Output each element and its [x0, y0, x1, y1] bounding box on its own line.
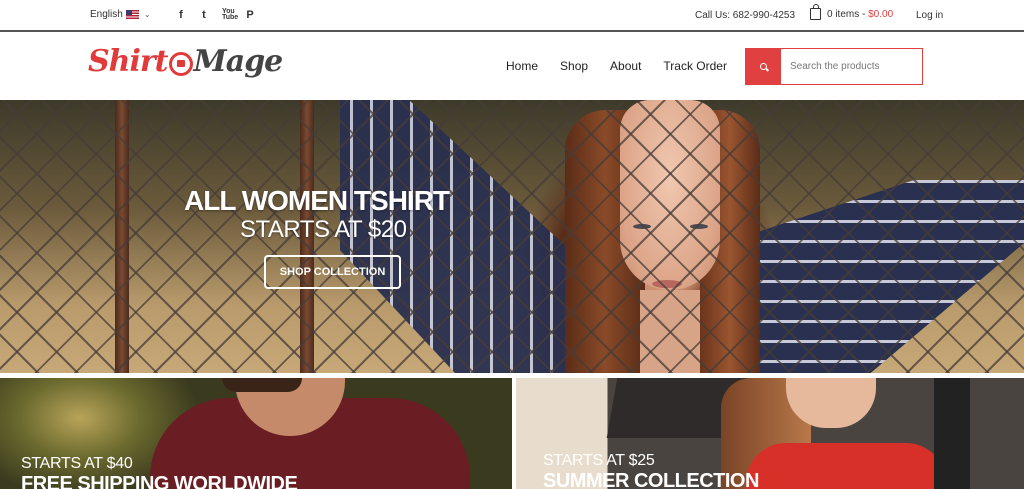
nav-home[interactable]: Home: [506, 59, 538, 73]
cart-items: 0 items: [827, 8, 860, 20]
nav-track-order[interactable]: Track Order: [663, 59, 727, 73]
us-flag-icon: [125, 10, 139, 19]
page: English ⌄ f t You Tube P Call Us: 682-99…: [0, 0, 1024, 489]
logo-text-left: Shirt: [88, 44, 169, 79]
chain-link-fence: [0, 100, 1024, 373]
promo-subtitle: STARTS AT $25: [543, 452, 655, 469]
site-logo[interactable]: Shirt Mage: [88, 44, 284, 79]
chevron-down-icon: ⌄: [143, 10, 151, 19]
pinterest-icon[interactable]: P: [245, 9, 255, 21]
social-links: f t You Tube P: [176, 8, 255, 21]
top-bar: English ⌄ f t You Tube P Call Us: 682-99…: [0, 0, 1024, 32]
main-nav: Home Shop About Track Order: [506, 59, 749, 73]
twitter-icon[interactable]: t: [199, 9, 209, 21]
hero-banner: [0, 100, 1024, 373]
language-label: English: [90, 9, 123, 20]
promo-free-shipping[interactable]: STARTS AT $40 FREE SHIPPING WORLDWIDE: [0, 378, 512, 489]
logo-tshirt-icon: [168, 51, 193, 76]
cart-separator: -: [859, 8, 869, 20]
cart-price: $0.00: [868, 8, 894, 20]
promo-image-pillar: [934, 378, 970, 489]
call-us-text: Call Us: 682-990-4253: [695, 10, 796, 21]
cart-link[interactable]: 0 items - $0.00: [810, 4, 894, 20]
login-link[interactable]: Log in: [916, 10, 943, 21]
facebook-icon[interactable]: f: [176, 9, 186, 21]
promo-summer-collection[interactable]: STARTS AT $25 SUMMER COLLECTION: [516, 378, 1024, 489]
site-header: Shirt Mage Home Shop About Track Order: [0, 34, 1024, 100]
search-input[interactable]: [781, 49, 922, 84]
shop-collection-button[interactable]: SHOP COLLECTION: [264, 255, 401, 289]
search-box: [745, 48, 923, 85]
hero-title: ALL WOMEN TSHIRT: [184, 185, 450, 216]
logo-text-right: Mage: [193, 44, 284, 79]
shopping-bag-icon: [810, 4, 821, 20]
promo-title: SUMMER COLLECTION: [543, 470, 759, 489]
promo-image-beard: [222, 378, 302, 392]
promo-title: FREE SHIPPING WORLDWIDE: [21, 473, 298, 489]
promo-image-tshirt: [746, 443, 946, 489]
language-selector[interactable]: English ⌄: [90, 9, 151, 20]
promo-subtitle: STARTS AT $40: [21, 455, 133, 472]
youtube-icon[interactable]: You Tube: [222, 8, 238, 21]
nav-about[interactable]: About: [610, 59, 641, 73]
search-icon: [760, 63, 767, 70]
nav-shop[interactable]: Shop: [560, 59, 588, 73]
hero-subtitle: STARTS AT $20: [240, 216, 407, 243]
search-button[interactable]: [746, 49, 781, 84]
